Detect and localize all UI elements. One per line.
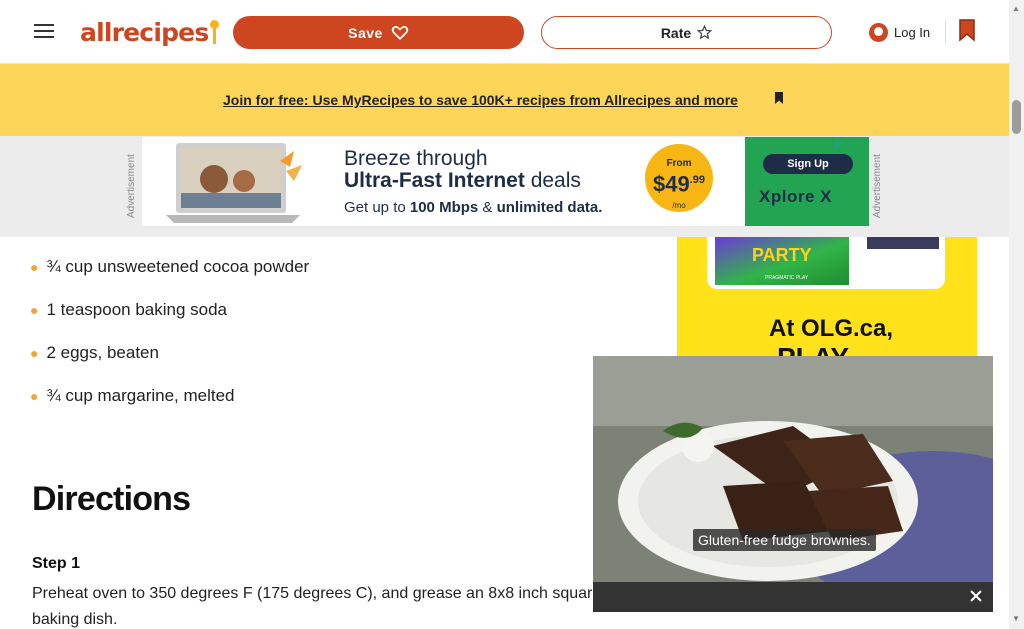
menu-icon[interactable] [31, 20, 57, 44]
laptop-image [166, 143, 302, 223]
ad-label-left: Advertisement [126, 154, 137, 218]
scroll-up-icon[interactable]: ▲ [1012, 4, 1020, 13]
login-label: Log In [894, 24, 931, 40]
bookmark-icon[interactable] [957, 18, 977, 42]
heart-icon [391, 25, 409, 40]
ingredient-item[interactable]: ● 2 eggs, beaten [30, 339, 370, 367]
allrecipes-logo[interactable]: allrecipes [80, 16, 220, 48]
ad-headline-1: Breeze through [344, 147, 488, 170]
ingredient-item[interactable]: ● ¾ cup margarine, melted [30, 382, 370, 410]
star-icon [697, 25, 713, 40]
game-title: PARTY [752, 245, 812, 265]
ad-headline-2: Ultra-Fast Internet deals [344, 169, 581, 192]
video-control-bar [593, 582, 993, 612]
step-text: Preheat oven to 350 degrees F (175 degre… [32, 585, 602, 628]
video-player[interactable]: Gluten-free fudge brownies. [593, 356, 993, 612]
scrollbar-thumb[interactable] [1012, 100, 1021, 134]
directions-heading: Directions [32, 480, 191, 518]
olg-headline: At OLG.ca, [769, 315, 894, 342]
scroll-down-icon[interactable]: ▼ [1012, 614, 1020, 623]
adchoices-icon[interactable]: ▷ ⋮ [836, 138, 866, 150]
ingredient-item[interactable]: ● ¾ cup unsweetened cocoa powder [30, 253, 370, 281]
rate-label: Rate [660, 24, 692, 41]
ad-price-badge: From $49.99 /mo [645, 144, 713, 212]
internet-ad-banner[interactable]: Breeze through Ultra-Fast Internet deals… [142, 137, 869, 226]
rate-button[interactable]: Rate [541, 16, 832, 49]
promo-banner: Join for free: Use MyRecipes to save 100… [0, 64, 1009, 136]
ad-signup-button[interactable]: Sign Up [763, 154, 853, 174]
user-avatar-icon [869, 22, 888, 42]
login-link[interactable]: Log In [869, 20, 930, 44]
ad-cta-panel [745, 137, 869, 226]
step-label: Step 1 [32, 555, 81, 572]
scrollbar-track[interactable] [1009, 0, 1024, 629]
header-divider [945, 20, 946, 44]
ad-label-right: Advertisement [872, 154, 883, 218]
ad-brand-logo: Xplore X [759, 187, 832, 206]
myrecipes-join-link[interactable]: Join for free: Use MyRecipes to save 100… [223, 92, 738, 108]
site-header: allrecipes Save Rate Log In [0, 0, 1009, 64]
ingredient-item[interactable]: ● 1 teaspoon baking soda [30, 296, 370, 324]
game-subtitle: PRAGMATIC PLAY [765, 275, 809, 281]
close-icon[interactable] [967, 587, 985, 605]
video-caption: Gluten-free fudge brownies. [693, 529, 876, 551]
recipe-page: allrecipes Save Rate Log In Join for fre… [0, 0, 1024, 629]
ad-subline: Get up to 100 Mbps & unlimited data. [344, 199, 603, 216]
save-button[interactable]: Save [233, 16, 524, 49]
save-label: Save [348, 24, 383, 41]
bookmark-small-icon[interactable] [772, 91, 786, 105]
direction-step[interactable]: Step 1 Preheat oven to 350 degrees F (17… [32, 555, 628, 629]
